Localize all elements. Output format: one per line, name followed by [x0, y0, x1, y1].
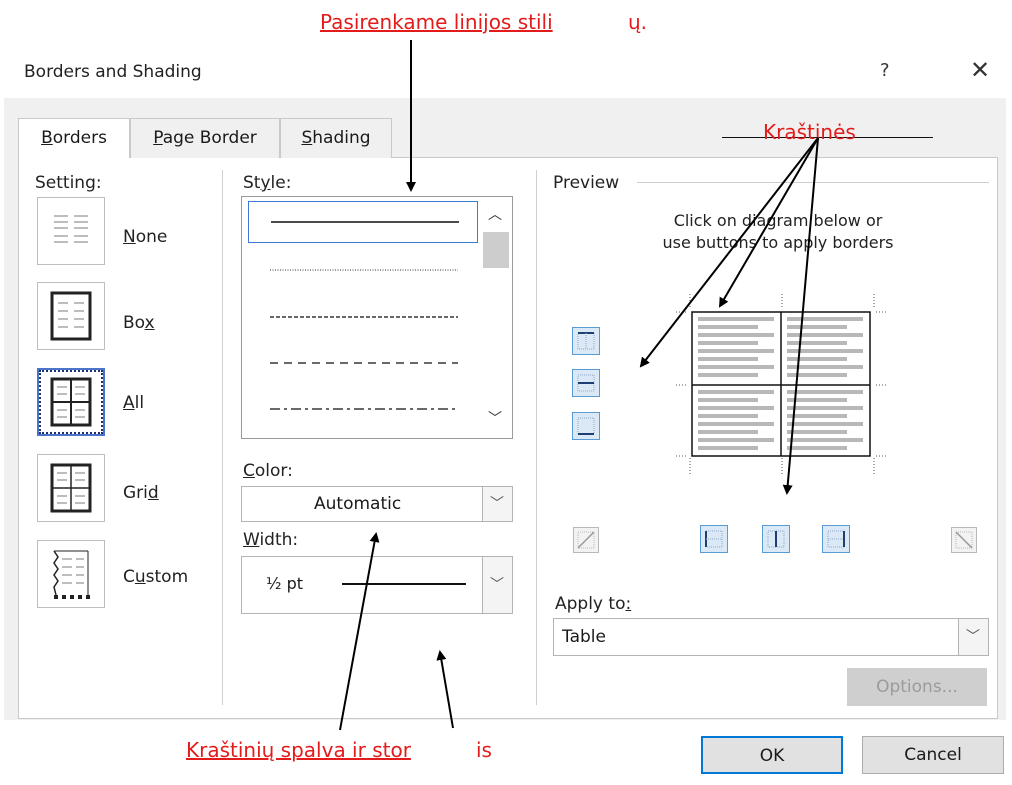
setting-custom-icon — [53, 550, 90, 599]
left-border-icon — [705, 530, 723, 548]
help-icon[interactable]: ? — [880, 60, 890, 81]
style-solid-line — [271, 221, 459, 223]
separator-right — [536, 170, 537, 705]
color-dropdown-toggle[interactable]: ﹀ — [482, 487, 512, 521]
inside-vertical-border-button[interactable] — [762, 525, 790, 553]
setting-none-icon — [54, 215, 88, 243]
diagonal-up-border-button[interactable] — [573, 527, 599, 553]
right-border-icon — [827, 530, 845, 548]
bottom-border-icon — [577, 417, 595, 435]
cancel-button[interactable]: Cancel — [862, 736, 1004, 774]
width-value: ½ pt — [266, 574, 304, 593]
annotation-color-width-note: Kraštinių spalva ir stor — [186, 738, 411, 762]
width-preview-line — [342, 583, 466, 585]
inside-horizontal-border-button[interactable] — [572, 369, 600, 397]
right-border-button[interactable] — [822, 525, 850, 553]
setting-grid-button[interactable] — [37, 454, 105, 522]
top-border-icon — [577, 332, 595, 350]
preview-instructions-line2: use buttons to apply borders — [662, 233, 894, 252]
apply-to-dropdown[interactable]: Table ﹀ — [553, 618, 989, 656]
left-border-button[interactable] — [700, 525, 728, 553]
style-long-dashed-line — [270, 362, 458, 364]
options-button[interactable]: Options... — [847, 668, 987, 706]
chevron-down-icon: ﹀ — [966, 629, 980, 645]
style-label: Style: — [243, 173, 292, 193]
color-dropdown[interactable]: Automatic ﹀ — [241, 486, 513, 522]
setting-label: Setting: — [35, 173, 102, 193]
setting-custom-button[interactable] — [37, 540, 105, 608]
bottom-border-button[interactable] — [572, 412, 600, 440]
setting-none-label: None — [123, 227, 168, 247]
separator-left — [222, 170, 223, 705]
setting-grid-icon — [50, 463, 92, 513]
inside-horizontal-border-icon — [577, 374, 595, 392]
inside-vertical-border-icon — [767, 530, 785, 548]
scroll-up-icon[interactable]: ︿ — [488, 204, 502, 224]
chevron-down-icon: ﹀ — [490, 496, 504, 512]
style-option-dash-dot[interactable] — [248, 389, 478, 429]
width-dropdown[interactable]: ½ pt ﹀ — [241, 556, 513, 614]
window-title: Borders and Shading — [24, 62, 202, 82]
diagonal-down-border-icon — [955, 531, 973, 549]
setting-grid-label: Grid — [123, 483, 159, 503]
setting-box-label: Box — [123, 313, 155, 333]
setting-all-icon — [50, 377, 92, 427]
apply-to-dropdown-toggle[interactable]: ﹀ — [958, 619, 988, 655]
ok-button[interactable]: OK — [701, 736, 843, 774]
apply-to-value: Table — [562, 627, 606, 647]
tab-page-border-label: Page Border — [153, 128, 257, 148]
tab-shading-label: Shading — [301, 128, 371, 148]
tab-shading[interactable]: Shading — [280, 118, 392, 158]
preview-divider — [637, 182, 989, 183]
annotation-borders-note: Kraštinės — [763, 120, 856, 144]
style-option-dashed[interactable] — [248, 297, 478, 337]
annotation-style-note-tail: ų. — [628, 10, 648, 34]
setting-all-button[interactable] — [37, 368, 105, 436]
setting-all-label: All — [123, 393, 145, 413]
color-value: Automatic — [314, 494, 402, 514]
style-option-dotted[interactable] — [248, 250, 478, 290]
preview-instructions-line1: Click on diagram below or — [673, 211, 883, 230]
preview-instructions: Click on diagram below or use buttons to… — [598, 210, 958, 254]
width-label: Width: — [243, 530, 299, 550]
style-dash-dot-line — [270, 408, 458, 410]
scrollbar-thumb[interactable] — [483, 232, 509, 268]
style-option-solid[interactable] — [248, 201, 478, 243]
annotation-style-note: Pasirenkame linijos stili — [320, 10, 553, 34]
tab-borders-label: Borders — [41, 128, 107, 148]
setting-none-button[interactable] — [37, 197, 105, 265]
preview-diagram[interactable] — [670, 290, 890, 480]
style-dotted-line — [270, 269, 458, 271]
annotation-color-width-note-tail: is — [476, 738, 492, 762]
color-label: Color: — [243, 461, 293, 481]
apply-to-label: Apply to: — [555, 594, 632, 614]
setting-box-button[interactable] — [37, 282, 105, 350]
close-icon[interactable]: ✕ — [970, 56, 990, 84]
width-dropdown-toggle[interactable]: ﹀ — [482, 557, 512, 613]
tab-borders[interactable]: Borders — [18, 118, 130, 158]
style-dashed-line — [270, 316, 458, 318]
style-option-long-dashed[interactable] — [248, 343, 478, 383]
scroll-down-icon[interactable]: ﹀ — [488, 408, 502, 428]
setting-box-icon — [50, 291, 92, 341]
top-border-button[interactable] — [572, 327, 600, 355]
diagonal-up-border-icon — [577, 531, 595, 549]
chevron-down-icon: ﹀ — [490, 577, 504, 593]
preview-label: Preview — [553, 173, 620, 193]
setting-custom-label: Custom — [123, 567, 189, 587]
diagonal-down-border-button[interactable] — [951, 527, 977, 553]
tab-page-border[interactable]: Page Border — [130, 118, 280, 158]
